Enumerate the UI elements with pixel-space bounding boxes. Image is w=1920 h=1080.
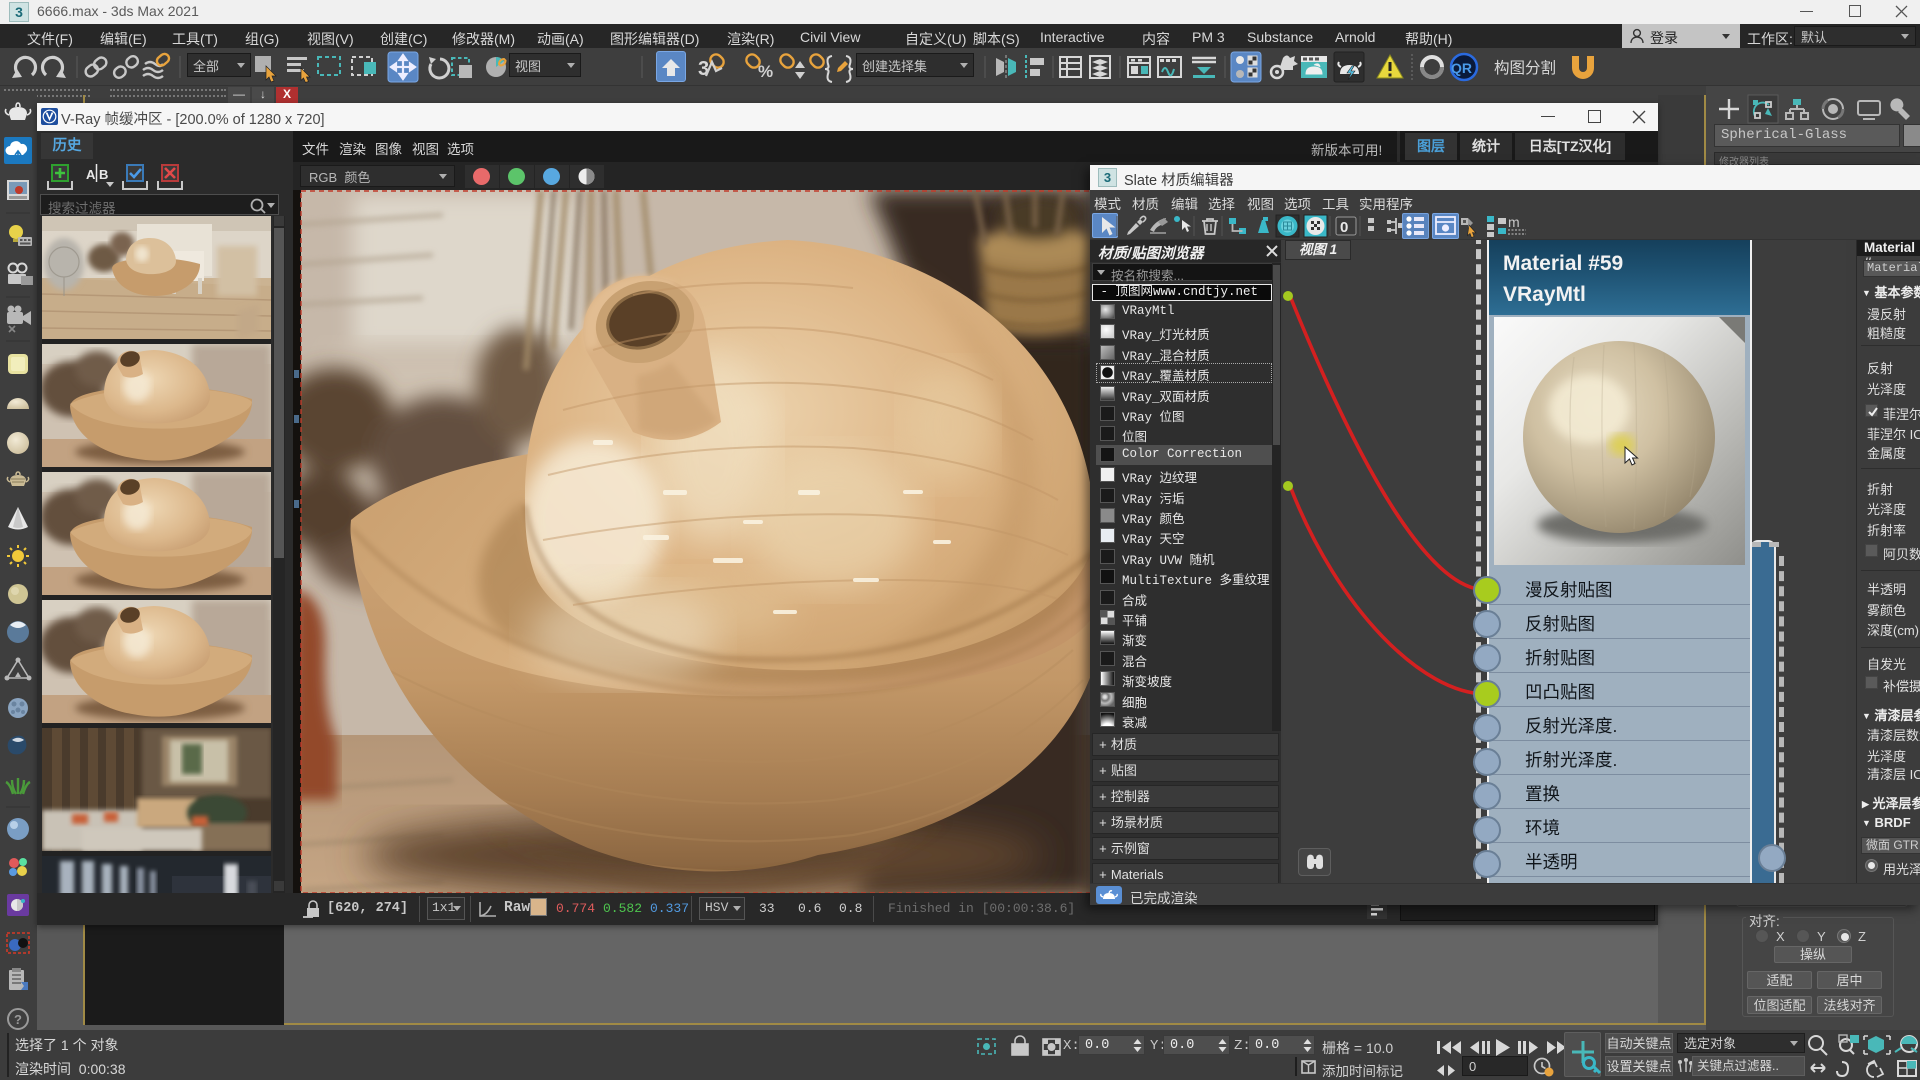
svg-text:QR: QR: [1451, 60, 1472, 76]
svg-text:%: %: [758, 62, 773, 81]
svg-text:构图分割: 构图分割: [1494, 59, 1556, 77]
svg-text:A: A: [86, 167, 96, 182]
svg-text:m: m: [1508, 214, 1520, 230]
svg-text:?: ?: [14, 1012, 22, 1027]
svg-text:3: 3: [698, 58, 709, 80]
svg-text:0: 0: [1340, 219, 1348, 236]
svg-text:B: B: [99, 167, 108, 182]
